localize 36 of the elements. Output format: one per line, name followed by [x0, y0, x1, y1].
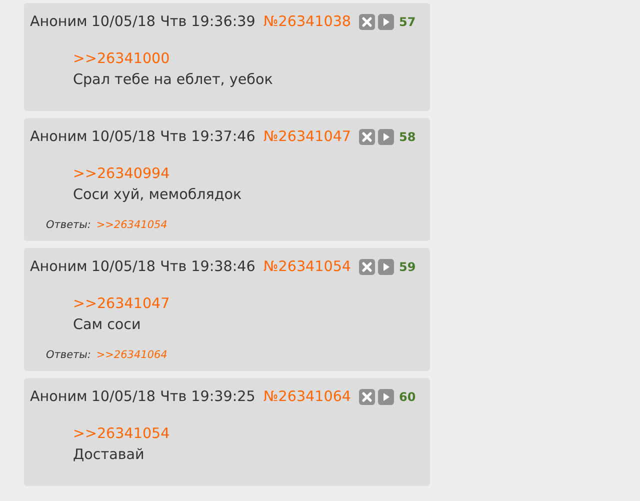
- post-number-link[interactable]: №26341064: [263, 389, 352, 405]
- post-number-link[interactable]: №26341054: [263, 259, 352, 275]
- play-icon[interactable]: [378, 129, 394, 145]
- hide-icon[interactable]: [359, 389, 376, 405]
- post-index: 57: [399, 15, 416, 29]
- post-text: Соси хуй, мемоблядок: [73, 186, 243, 205]
- post-author: Аноним: [30, 14, 88, 30]
- hide-icon[interactable]: [359, 14, 376, 30]
- post-index: 58: [399, 130, 416, 144]
- post-date: 10/05/18 Чтв 19:39:25: [91, 389, 256, 405]
- post-text: Сам соси: [73, 316, 142, 335]
- post-text: Срал тебе на еблет, уебок: [73, 71, 274, 90]
- reply-link[interactable]: >>26340994: [73, 164, 430, 184]
- post-number-link[interactable]: №26341047: [263, 129, 352, 145]
- reply-link[interactable]: >>26341054: [73, 424, 430, 444]
- reply-link[interactable]: >>26341064: [96, 349, 168, 361]
- reply-link[interactable]: >>26341054: [96, 219, 168, 231]
- play-icon[interactable]: [378, 259, 394, 275]
- post-index: 59: [399, 260, 416, 274]
- replies-label: Ответы:: [46, 219, 91, 231]
- play-icon[interactable]: [378, 14, 394, 30]
- hide-icon[interactable]: [359, 259, 376, 275]
- replies-label: Ответы:: [46, 349, 91, 361]
- post-index: 60: [399, 390, 416, 404]
- post-date: 10/05/18 Чтв 19:38:46: [91, 259, 256, 275]
- post-text: Доставай: [73, 446, 146, 465]
- post-author: Аноним: [30, 389, 88, 405]
- reply-link[interactable]: >>26341047: [73, 294, 430, 314]
- post-author: Аноним: [30, 129, 88, 145]
- post-date: 10/05/18 Чтв 19:37:46: [91, 129, 256, 145]
- post-author: Аноним: [30, 259, 88, 275]
- play-icon[interactable]: [378, 389, 394, 405]
- post-number-link[interactable]: №26341038: [263, 14, 352, 30]
- reply-link[interactable]: >>26341000: [73, 49, 430, 69]
- post-date: 10/05/18 Чтв 19:36:39: [91, 14, 256, 30]
- hide-icon[interactable]: [359, 129, 376, 145]
